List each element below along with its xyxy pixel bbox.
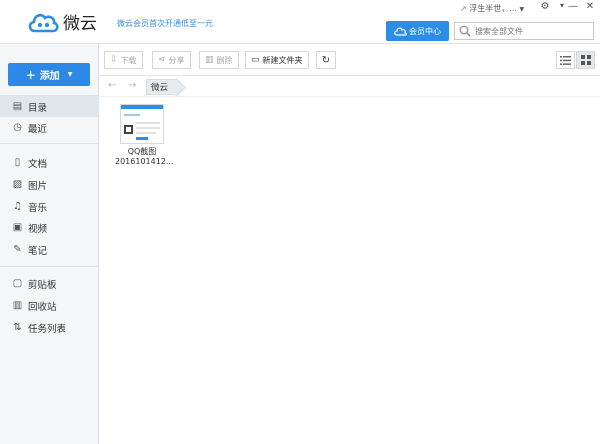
plus-icon: ＋ [25, 71, 36, 82]
trash-icon: ▥ [12, 300, 23, 311]
sidebar-item-catalog[interactable]: ▤ 目录 [0, 96, 99, 117]
search-box[interactable] [454, 22, 594, 40]
grid-view-icon [580, 55, 591, 65]
grid-view-button[interactable] [576, 51, 595, 69]
promo-link[interactable]: 微云会员首次开通低至一元 [117, 18, 213, 29]
file-thumbnail [120, 104, 164, 144]
sidebar-item-label: 音乐 [28, 202, 48, 214]
sidebar-item-label: 任务列表 [28, 323, 67, 335]
download-label: 下载 [120, 55, 137, 65]
file-item[interactable]: QQ截图 2016101412... [115, 104, 174, 167]
clipboard-icon: ▢ [12, 278, 23, 289]
new-folder-label: 新建文件夹 [262, 55, 303, 65]
share-label: 分享 [168, 55, 185, 65]
user-icon: ↗ [460, 4, 467, 13]
user-name: 浮生半世，... [469, 4, 517, 13]
note-icon: ✎ [13, 244, 22, 255]
new-folder-icon: ▭ [251, 55, 260, 65]
new-folder-button[interactable]: ▭ 新建文件夹 [245, 51, 309, 69]
catalog-icon: ▤ [12, 101, 23, 112]
toolbar: ⇩ 下载 ⋖ 分享 ▥ 删除 ▭ 新建文件夹 ↻ [100, 44, 600, 76]
music-icon: ♫ [13, 201, 22, 212]
delete-button[interactable]: ▥ 删除 [199, 51, 239, 69]
sidebar-item-clipboard[interactable]: ▢ 剪贴板 [0, 273, 99, 294]
back-arrow-icon[interactable]: ← [108, 80, 116, 91]
list-view-button[interactable] [556, 51, 575, 69]
sidebar-item-task-list[interactable]: ⇅ 任务列表 [0, 317, 99, 338]
sidebar: ＋ 添加 ▼ ▤ 目录 ◷ 最近 ▯ 文档 ▨ 图片 ♫ 音乐 ▣ 视频 ✎ 笔记 ▢ 剪贴板 … [0, 44, 99, 444]
sidebar-item-label: 笔记 [28, 245, 48, 257]
minimize-button[interactable]: — [566, 1, 580, 12]
sidebar-item-music[interactable]: ♫ 音乐 [0, 196, 99, 217]
transfer-icon: ⇅ [13, 322, 22, 333]
divider [0, 143, 99, 144]
vip-center-label: 会员中心 [409, 26, 441, 36]
share-button[interactable]: ⋖ 分享 [152, 51, 191, 69]
sidebar-item-label: 回收站 [28, 301, 57, 313]
chevron-down-icon: ▼ [67, 71, 73, 78]
add-button[interactable]: ＋ 添加 ▼ [8, 63, 90, 86]
download-icon: ⇩ [110, 55, 118, 65]
sidebar-item-label: 图片 [28, 180, 48, 192]
sidebar-item-label: 剪贴板 [28, 279, 57, 291]
divider [0, 266, 99, 267]
list-view-icon [560, 55, 571, 65]
forward-arrow-icon[interactable]: → [128, 80, 136, 91]
sidebar-item-recycle-bin[interactable]: ▥ 回收站 [0, 295, 99, 316]
title-bar: 微云 微云会员首次开通低至一元 ↗ 浮生半世，... ▼ ⚙ ▾ — ✕ 会员中… [0, 0, 600, 44]
cloud-vip-icon [394, 27, 407, 36]
sidebar-item-label: 最近 [28, 123, 48, 135]
sidebar-item-label: 视频 [28, 223, 48, 235]
clock-icon: ◷ [13, 122, 22, 133]
sidebar-item-label: 目录 [28, 102, 48, 114]
close-button[interactable]: ✕ [583, 1, 597, 12]
video-icon: ▣ [12, 222, 23, 233]
image-icon: ▨ [12, 179, 23, 190]
vip-center-button[interactable]: 会员中心 [386, 21, 449, 41]
refresh-button[interactable]: ↻ [316, 51, 336, 69]
refresh-icon: ↻ [321, 54, 331, 66]
download-button[interactable]: ⇩ 下载 [104, 51, 143, 69]
sidebar-item-documents[interactable]: ▯ 文档 [0, 152, 99, 173]
trash-icon: ▥ [205, 55, 214, 65]
sidebar-item-notes[interactable]: ✎ 笔记 [0, 239, 99, 260]
search-input[interactable] [475, 26, 593, 36]
settings-icon[interactable]: ⚙ [538, 1, 552, 12]
breadcrumb[interactable]: 微云 [146, 79, 178, 95]
delete-label: 删除 [216, 55, 233, 65]
sidebar-item-video[interactable]: ▣ 视频 [0, 217, 99, 238]
sidebar-item-label: 文档 [28, 158, 48, 170]
file-name: QQ截图 [127, 147, 157, 156]
user-menu[interactable]: ↗ 浮生半世，... ▼ [460, 3, 524, 14]
sidebar-item-recent[interactable]: ◷ 最近 [0, 117, 99, 138]
sidebar-item-images[interactable]: ▨ 图片 [0, 174, 99, 195]
app-title: 微云 [63, 14, 97, 34]
path-bar: ← → 微云 [100, 77, 600, 97]
file-name-line2: 2016101412... [115, 157, 174, 166]
document-icon: ▯ [14, 157, 21, 168]
search-icon [459, 25, 471, 37]
chevron-down-icon: ▼ [519, 6, 525, 13]
breadcrumb-label: 微云 [151, 83, 169, 93]
share-icon: ⋖ [158, 55, 166, 65]
weiyun-logo-icon [28, 13, 59, 33]
add-label: 添加 [39, 71, 60, 82]
